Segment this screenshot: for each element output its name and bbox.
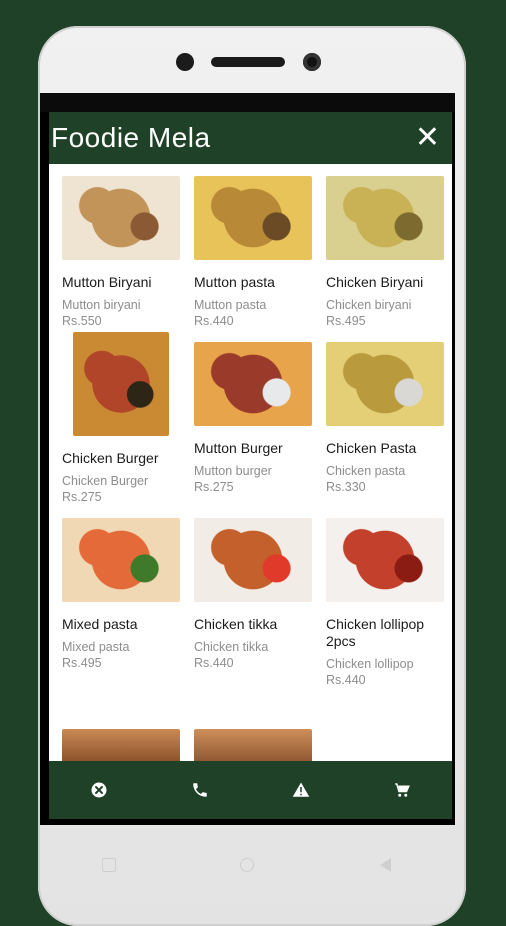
food-image: [62, 518, 180, 602]
food-image-container: [62, 518, 180, 602]
menu-item-subtitle: Mixed pasta: [62, 640, 130, 654]
next-row-preview: [62, 729, 312, 761]
menu-item-subtitle: Mutton biryani: [62, 298, 141, 312]
food-image: [194, 176, 312, 260]
menu-item-card[interactable]: Chicken Biryani Chicken biryani Rs.495: [326, 176, 444, 328]
menu-item-title: Chicken Biryani: [326, 274, 424, 290]
food-image-container: [326, 518, 444, 602]
menu-item-card[interactable]: Chicken Pasta Chicken pasta Rs.330: [326, 342, 444, 504]
food-image: [194, 729, 312, 761]
food-image: [194, 342, 312, 426]
food-image: [62, 729, 180, 761]
menu-item-title: Mutton Biryani: [62, 274, 152, 290]
menu-item-price: Rs.495: [62, 656, 102, 670]
menu-item-price: Rs.275: [194, 480, 234, 494]
close-icon[interactable]: ✕: [415, 123, 440, 153]
menu-item-subtitle: Chicken Burger: [62, 474, 149, 488]
menu-item-title: Mutton Burger: [194, 440, 283, 456]
menu-item-subtitle: Chicken biryani: [326, 298, 412, 312]
food-image: [73, 332, 169, 436]
food-image: [62, 176, 180, 260]
menu-item-subtitle: Mutton pasta: [194, 298, 267, 312]
menu-item-subtitle: Chicken lollipop: [326, 657, 414, 671]
menu-item-price: Rs.275: [62, 490, 102, 504]
recent-apps-button[interactable]: [89, 845, 129, 885]
menu-item-title: Chicken lollipop 2pcs: [326, 616, 425, 649]
food-image: [326, 518, 444, 602]
food-image-container: [326, 176, 444, 260]
food-image-container: [326, 342, 444, 426]
cancel-circle-icon[interactable]: [79, 770, 119, 810]
menu-item-price: Rs.330: [326, 480, 366, 494]
food-image: [326, 176, 444, 260]
food-image-container: [62, 332, 180, 436]
menu-item-price: Rs.440: [194, 314, 234, 328]
food-image-container: [194, 518, 312, 602]
menu-item-card[interactable]: Mutton Burger Mutton burger Rs.275: [194, 342, 312, 504]
app-bar: Foodie Mela ✕: [49, 112, 452, 164]
home-button[interactable]: [227, 845, 267, 885]
phone-icon[interactable]: [180, 770, 220, 810]
food-image-container: [194, 176, 312, 260]
menu-item-title: Mutton pasta: [194, 274, 275, 290]
square-icon: [102, 858, 117, 872]
food-image-container: [62, 176, 180, 260]
menu-item-price: Rs.550: [62, 314, 102, 328]
circle-icon: [240, 858, 255, 872]
triangle-back-icon: [380, 858, 392, 872]
menu-item-card[interactable]: Chicken Burger Chicken Burger Rs.275: [62, 332, 180, 504]
food-image-container: [194, 342, 312, 426]
back-button[interactable]: [366, 845, 406, 885]
front-camera: [176, 53, 194, 71]
menu-item-card[interactable]: Mixed pasta Mixed pasta Rs.495: [62, 518, 180, 687]
food-image: [326, 342, 444, 426]
android-nav-bar: [40, 835, 455, 895]
menu-item-price: Rs.495: [326, 314, 366, 328]
menu-item-title: Chicken tikka: [194, 616, 278, 632]
menu-item-title: Chicken Pasta: [326, 440, 417, 456]
menu-item-subtitle: Chicken tikka: [194, 640, 269, 654]
food-image: [194, 518, 312, 602]
warning-icon[interactable]: [281, 770, 321, 810]
bottom-navigation: [49, 761, 452, 819]
menu-item-subtitle: Chicken pasta: [326, 464, 406, 478]
menu-item-card[interactable]: Mutton pasta Mutton pasta Rs.440: [194, 176, 312, 328]
menu-item-card[interactable]: Mutton Biryani Mutton biryani Rs.550: [62, 176, 180, 328]
menu-item-card[interactable]: Chicken tikka Chicken tikka Rs.440: [194, 518, 312, 687]
menu-item-subtitle: Mutton burger: [194, 464, 272, 478]
menu-item-price: Rs.440: [326, 673, 366, 687]
app-title: Foodie Mela: [51, 122, 211, 153]
cart-icon[interactable]: [382, 770, 422, 810]
status-bar: [40, 93, 455, 112]
menu-item-price: Rs.440: [194, 656, 234, 670]
front-sensor: [303, 53, 321, 71]
menu-item-title: Mixed pasta: [62, 616, 138, 632]
menu-list: Mutton Biryani Mutton biryani Rs.550 Mut…: [49, 164, 452, 761]
menu-item-title: Chicken Burger: [62, 450, 159, 466]
earpiece-speaker: [211, 57, 285, 67]
menu-item-card[interactable]: Chicken lollipop 2pcs Chicken lollipop R…: [326, 518, 444, 687]
device-screen: Foodie Mela ✕ Mutton Biryani Mutton biry…: [40, 93, 455, 825]
